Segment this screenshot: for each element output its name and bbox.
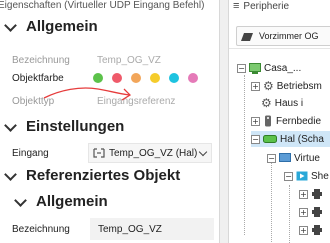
tree-item-child[interactable]: + <box>299 204 323 220</box>
ref-bezeichnung-label: Bezeichnung <box>12 224 70 235</box>
collapse-icon[interactable]: − <box>237 63 246 73</box>
section-title: Einstellungen <box>26 118 125 135</box>
section-referenziertes-objekt[interactable]: Referenziertes Objekt <box>4 167 180 184</box>
tree-item-fernbedie[interactable]: + Fernbedie <box>251 113 321 129</box>
expand-icon[interactable]: + <box>299 189 308 199</box>
chevron-down-icon <box>198 147 208 157</box>
color-swatch[interactable] <box>188 73 198 83</box>
tree-item-label: Hal (Scha <box>280 133 324 145</box>
tree-item-label: Fernbedie <box>276 115 322 127</box>
collapse-icon[interactable]: − <box>251 134 260 144</box>
tree-item-casa[interactable]: − Casa_... <box>237 60 301 76</box>
floor-plan-icon <box>241 33 253 41</box>
peripherie-panel: ≡ Peripherie Vorzimmer OG − Casa_... + ⚙… <box>229 0 330 243</box>
section-title: Allgemein <box>26 18 98 35</box>
panel-header: ≡ Peripherie <box>233 0 289 12</box>
tree-line <box>271 162 272 242</box>
tree-item-virtue[interactable]: − Virtue <box>267 150 320 166</box>
device-icon <box>263 135 277 143</box>
properties-panel: Eigenschaften (Virtueller UDP Eingang Be… <box>0 0 219 243</box>
tree-item-label: Virtue <box>294 152 320 164</box>
panel-title: Peripherie <box>243 0 290 12</box>
connector-icon <box>312 207 322 217</box>
ref-bezeichnung-field[interactable]: Temp_OG_VZ <box>90 218 214 240</box>
tree-item-hal[interactable]: − Hal (Scha <box>251 131 330 147</box>
connector-icon <box>312 225 322 235</box>
tree-item-label: Betriebsm <box>276 80 322 92</box>
chevron-down-icon <box>4 20 18 34</box>
bezeichnung-value: Temp_OG_VZ <box>97 55 161 66</box>
tree-item-betriebsm[interactable]: + ⚙ Betriebsm <box>251 78 322 94</box>
section-allgemein[interactable]: Allgemein <box>4 18 98 35</box>
eingang-label: Eingang <box>12 148 49 159</box>
gear-icon: ⚙ <box>263 79 274 93</box>
tree-item-child[interactable]: + <box>299 186 323 202</box>
tree-line <box>289 185 290 243</box>
section-einstellungen[interactable]: Einstellungen <box>4 118 124 135</box>
tree-item-label: She <box>311 170 329 182</box>
tree-item-child[interactable]: + <box>299 222 323 238</box>
color-swatch[interactable] <box>169 73 179 83</box>
tree-item-label: Haus i <box>274 97 304 109</box>
play-icon <box>296 171 308 181</box>
section-ref-allgemein[interactable]: Allgemein <box>14 193 108 210</box>
chevron-down-icon <box>4 169 18 183</box>
room-filter-button[interactable]: Vorzimmer OG <box>236 26 330 46</box>
section-title: Allgemein <box>36 193 108 210</box>
room-filter-label: Vorzimmer OG <box>259 31 319 41</box>
bezeichnung-label: Bezeichnung <box>12 55 70 66</box>
eingang-dropdown[interactable]: Temp_OG_VZ (Hal) <box>88 143 212 163</box>
chevron-down-icon <box>14 195 28 209</box>
collapse-icon[interactable]: − <box>267 153 276 163</box>
separator-icon: ≡ <box>233 0 240 12</box>
color-swatch[interactable] <box>150 73 160 83</box>
section-title: Referenziertes Objekt <box>26 167 181 184</box>
connector-icon <box>312 189 322 199</box>
annotation-arrow-icon <box>43 87 132 101</box>
expand-icon[interactable]: + <box>251 116 260 126</box>
expand-icon[interactable]: + <box>299 207 308 217</box>
expand-icon[interactable]: + <box>299 225 308 235</box>
input-reference-icon <box>93 148 105 158</box>
gear-icon: ⚙ <box>261 96 272 110</box>
expand-icon[interactable]: + <box>251 81 260 91</box>
network-icon <box>249 62 261 74</box>
chevron-down-icon <box>4 120 18 134</box>
panel-splitter[interactable] <box>219 0 229 243</box>
tree-item-haus[interactable]: ⚙ Haus i <box>261 95 303 111</box>
eingang-dropdown-value: Temp_OG_VZ (Hal) <box>109 147 198 159</box>
tree-item-she[interactable]: − She <box>284 168 329 184</box>
toolbar: Vorzimmer OG <box>229 22 330 49</box>
remote-icon <box>265 115 271 127</box>
tree-line <box>244 75 245 235</box>
collapse-icon[interactable]: − <box>284 171 293 181</box>
virtual-device-icon <box>279 153 291 162</box>
window-title: Eigenschaften (Virtueller UDP Eingang Be… <box>0 0 205 11</box>
tree-item-label: Casa_... <box>264 62 302 74</box>
